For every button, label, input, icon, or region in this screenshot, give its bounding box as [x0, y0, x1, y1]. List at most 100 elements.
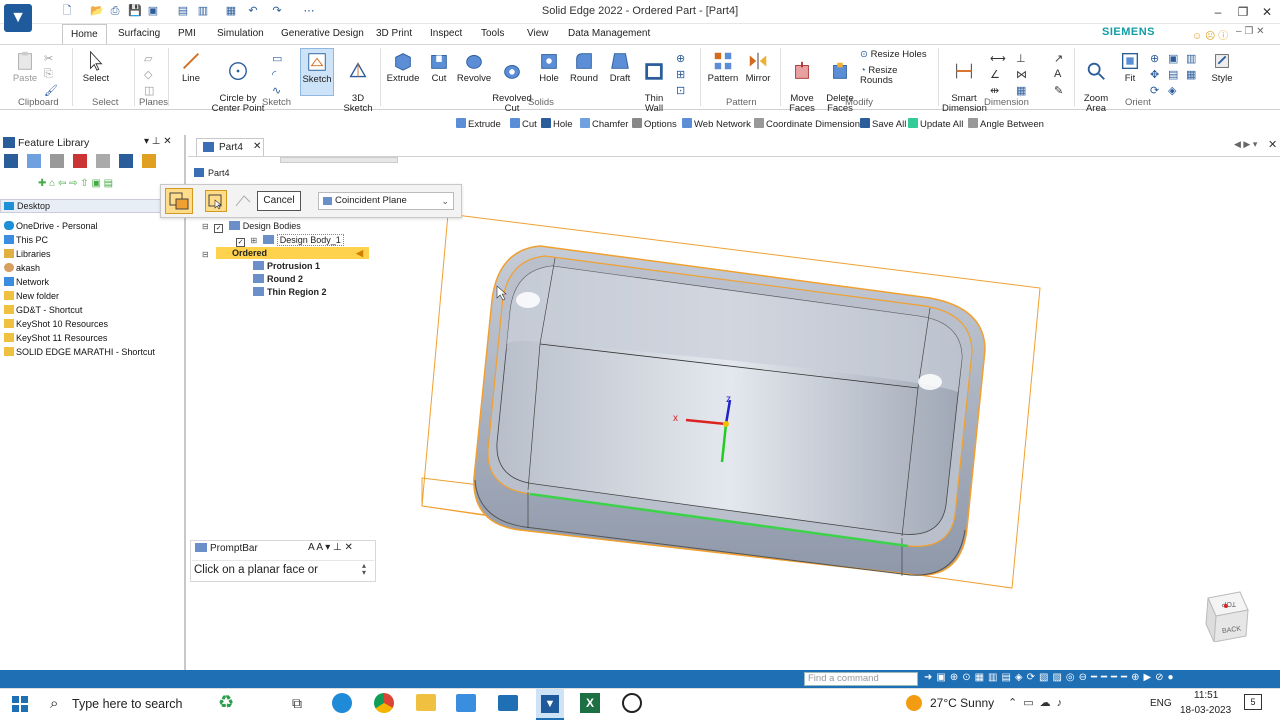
library-nav-toolbar[interactable]: ✚ ⌂ ⇦ ⇨ ⇧ ▣ ▤ [38, 178, 158, 192]
restore-button[interactable]: ❐ [1232, 2, 1254, 22]
smiley-icons[interactable]: ☺ ☹ ⓘ [1192, 27, 1228, 42]
find-command-input[interactable]: Find a command [804, 672, 918, 686]
chrome-icon[interactable] [374, 693, 394, 713]
thin-wall-button[interactable]: Thin Wall [638, 50, 670, 114]
pan-icon[interactable]: ✥ [1150, 68, 1162, 81]
taskbar-search[interactable]: Type here to search [40, 688, 276, 720]
cmd-hole[interactable]: Hole [541, 118, 573, 130]
location-bar[interactable]: Desktop [0, 199, 184, 213]
windows-start-icon[interactable] [12, 696, 28, 712]
pattern-button[interactable]: Pattern [706, 50, 740, 84]
minimize-button[interactable]: – [1207, 2, 1229, 22]
cmd-options[interactable]: Options [632, 118, 677, 130]
arc-icon[interactable]: ◜ [272, 68, 284, 81]
close-button[interactable]: ✕ [1256, 2, 1278, 22]
cut-clip-icon[interactable]: ✂ [44, 52, 56, 65]
tab-close-icon[interactable]: ✕ [253, 141, 261, 152]
edge-select-button[interactable] [234, 192, 252, 210]
system-tray-icons[interactable]: ⌃▭☁♪ [1008, 696, 1068, 709]
hole-button[interactable]: Hole [534, 50, 564, 84]
mirror-button[interactable]: Mirror [742, 50, 774, 84]
prompt-scroll[interactable]: ▴ ▾ [362, 562, 366, 577]
draft-button[interactable]: Draft [604, 50, 636, 84]
library-item[interactable]: Network [4, 277, 49, 287]
extrude-button[interactable]: Extrude [386, 50, 420, 84]
tab-3d-print[interactable]: 3D Print [374, 24, 414, 44]
tab-home[interactable]: Home [62, 24, 107, 44]
cancel-button[interactable]: Cancel [257, 191, 301, 211]
paste-button[interactable]: Paste [10, 50, 40, 84]
line-button[interactable]: Line [176, 50, 206, 84]
app-logo-icon[interactable]: ▼ [4, 4, 32, 32]
format-painter-icon[interactable]: 🖌 [44, 84, 58, 97]
rotate-icon[interactable]: ⟳ [1150, 84, 1162, 97]
tab-pmi[interactable]: PMI [176, 24, 198, 44]
3d-sketch-button[interactable]: 3D Sketch [340, 50, 376, 114]
cmd-update-all[interactable]: Update All [908, 118, 963, 130]
library-item[interactable]: New folder [4, 291, 59, 301]
library-item[interactable]: This PC [4, 235, 48, 245]
recycle-icon[interactable]: ♻ [218, 692, 234, 713]
solid-edge-taskbar-icon[interactable]: ▼ [536, 689, 564, 720]
view-named-icon[interactable]: ▦ [1186, 68, 1198, 81]
lock-plane-button[interactable] [165, 188, 193, 214]
symmetric-icon[interactable]: ⇹ [990, 84, 1002, 97]
tab-generative-design[interactable]: Generative Design [279, 24, 366, 44]
lib-tool-6-icon[interactable] [119, 154, 134, 168]
cmd-angle-between[interactable]: Angle Between [968, 118, 1044, 130]
lib-tool-5-icon[interactable] [96, 154, 111, 168]
lib-tool-2-icon[interactable] [27, 154, 42, 168]
cmd-chamfer[interactable]: Chamfer [580, 118, 628, 130]
cmd-coordinate-dimension[interactable]: Coordinate Dimension [754, 118, 860, 130]
obs-icon[interactable] [622, 693, 642, 713]
tab-inspect[interactable]: Inspect [428, 24, 464, 44]
lip-icon[interactable]: ⊡ [676, 84, 688, 97]
lib-tool-3-icon[interactable] [50, 154, 65, 168]
language-indicator[interactable]: ENG [1150, 698, 1172, 709]
coord-dim-icon[interactable]: ⊥ [1016, 52, 1028, 65]
cmd-save-all[interactable]: Save All [860, 118, 906, 130]
arrow-icon[interactable]: ↗ [1054, 52, 1066, 65]
3d-viewport[interactable]: x z [188, 156, 1280, 670]
relate-icon[interactable]: ⋈ [1016, 68, 1028, 81]
tab-surfacing[interactable]: Surfacing [116, 24, 162, 44]
plane-option-select[interactable]: Coincident Plane ⌄ [318, 192, 454, 210]
grid-icon[interactable]: ▦ [1016, 84, 1028, 97]
annotate-icon[interactable]: ✎ [1054, 84, 1066, 97]
status-view-tools[interactable]: ➜▣⊕⊙▦▥▤◈⟳▧▨◎⊖━━━━⊕▶⊘● [924, 672, 1274, 686]
notifications-icon[interactable]: 5 [1244, 694, 1262, 710]
plane-icon[interactable]: ▱ [144, 52, 156, 65]
cmd-extrude[interactable]: Extrude [456, 118, 501, 130]
select-button[interactable]: Select [80, 50, 112, 84]
distance-icon[interactable]: ⟷ [990, 52, 1006, 65]
library-item[interactable]: KeyShot 10 Resources [4, 319, 108, 329]
library-item[interactable]: Libraries [4, 249, 51, 259]
rib-icon[interactable]: ⊞ [676, 68, 688, 81]
document-tab[interactable]: Part4 ✕ [196, 138, 264, 156]
resize-holes-button[interactable]: ⊙ Resize Holes [860, 50, 932, 60]
cmd-cut[interactable]: Cut [510, 118, 537, 130]
library-item[interactable]: OneDrive - Personal [4, 221, 98, 231]
style-button[interactable]: Style [1206, 50, 1238, 84]
library-item[interactable]: akash [4, 263, 40, 273]
tab-view[interactable]: View [525, 24, 551, 44]
store-icon[interactable] [456, 694, 476, 712]
smart-dimension-button[interactable]: Smart Dimension [942, 50, 987, 114]
fit-button[interactable]: Fit [1116, 50, 1144, 84]
ribbon-window-controls[interactable]: – ❐ ✕ [1236, 26, 1264, 37]
angle-icon[interactable]: ∠ [990, 68, 1002, 81]
excel-icon[interactable]: X [580, 693, 600, 713]
lib-tool-7-icon[interactable] [142, 154, 157, 168]
cut-button[interactable]: Cut [424, 50, 454, 84]
copy-icon[interactable]: ⎘ [44, 68, 56, 80]
zoom-area-button[interactable]: Zoom Area [1080, 50, 1112, 114]
plane-angle-icon[interactable]: ◇ [144, 68, 156, 81]
promptbar-controls[interactable]: A A ▾ ⊥ ✕ [308, 542, 353, 553]
view-cube[interactable]: TOP BACK [1204, 588, 1250, 643]
circle-center-button[interactable]: Circle by Center Point [208, 50, 268, 114]
doc-nav-icons[interactable]: ◀ ▶ ▾ [1234, 139, 1257, 150]
cmd-web-network[interactable]: Web Network [682, 118, 751, 130]
lib-tool-1-icon[interactable] [4, 154, 18, 168]
resize-rounds-button[interactable]: ◔ Resize Rounds [860, 66, 932, 86]
weather-text[interactable]: 27°C Sunny [930, 696, 994, 710]
